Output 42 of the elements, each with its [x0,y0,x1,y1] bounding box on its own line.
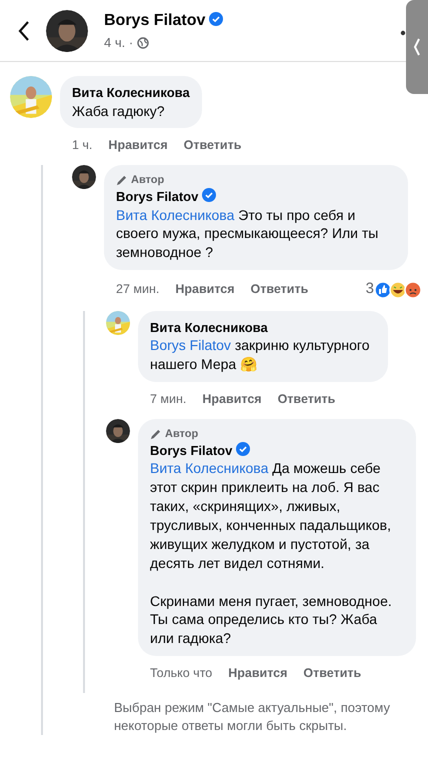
action-link[interactable]: Нравится [228,664,288,683]
comment-time: 1 ч. [72,137,92,154]
side-handle[interactable] [406,0,428,94]
commenter-name[interactable]: Вита Колесникова [72,85,190,100]
comment-text: Вита Колесникова Это ты про себя и своего мужа, пресмыкающееся? Или ты земноводное ? [116,206,380,262]
author-label: Автор [131,173,164,188]
author-name: Borys Filatov [104,12,206,29]
mention-link[interactable]: Вита Колесникова [150,460,268,476]
author-label: Автор [165,426,198,442]
chevron-left-icon [413,37,421,57]
action-link[interactable]: Ответить [278,390,336,409]
comment-time: 7 мин. [150,391,186,408]
pencil-icon [116,175,127,186]
reaction-summary[interactable]: 3 [366,278,422,301]
comment-time: Только что [150,665,212,682]
action-link[interactable]: Нравится [108,136,168,156]
action-link[interactable]: Нравится [175,280,235,299]
back-icon[interactable] [18,20,30,42]
commenter-name[interactable]: Borys Filatov [150,442,232,458]
info-note: Выбран режим "Самые актуальные", поэтому некоторые ответы могли быть скрыты. [113,698,391,736]
pencil-icon [150,428,161,440]
action-link[interactable]: Ответить [184,136,242,156]
commenter-name[interactable]: Borys Filatov [116,189,198,204]
laugh-emoji-icon [389,280,407,298]
mention-link[interactable]: Вита Колесникова [116,206,234,223]
comment-text: Borys Filatov закриню культурного нашего Мера 🤗 [150,336,371,374]
action-link[interactable]: Нравится [202,390,262,409]
comment-text: Вита Колесникова Да можешь себе этот скрин приклеить на лоб. Я вас таких, «скринящих», лживых, трусливых, конченных падальщиков, живущих желудком и пустотой, за десять лет видел сотнями. [150,459,392,573]
action-link[interactable]: Ответить [303,664,362,683]
comment-time: 27 мин. [116,281,160,298]
globe-icon [137,36,150,48]
comment-text: Жаба гадюку? [72,102,166,120]
like-icon [374,280,392,298]
angry-emoji-icon [404,280,422,298]
comment-text: Скринами меня пугает, земноводное. Ты сама определись кто ты? Жаба или гадюка? [150,592,393,648]
action-link[interactable]: Ответить [250,280,308,299]
reaction-count: 3 [366,279,374,300]
commenter-name[interactable]: Вита Колесникова [150,320,268,335]
mention-link[interactable]: Borys Filatov [150,337,231,354]
post-time: 4 ч. · [104,34,134,52]
emoji: 🤗 [240,356,258,372]
more-icon[interactable] [400,30,408,36]
